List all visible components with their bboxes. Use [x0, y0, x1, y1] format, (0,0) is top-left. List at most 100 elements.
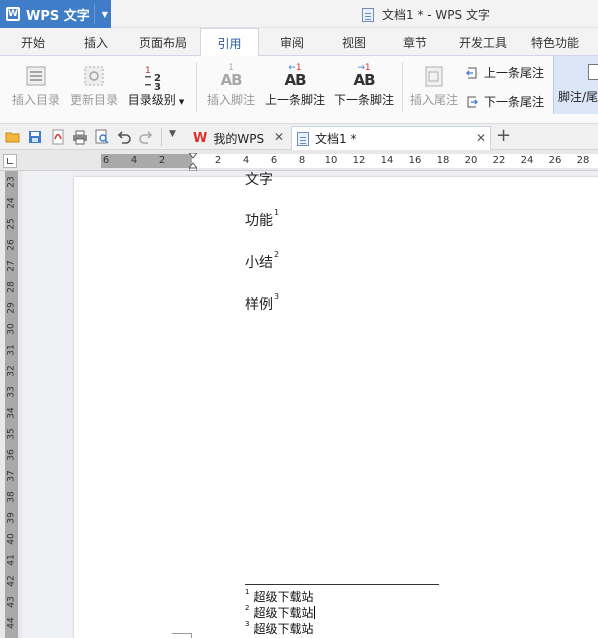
ruler-label: 33	[6, 386, 17, 398]
close-icon[interactable]: ✕	[274, 130, 284, 144]
document-page[interactable]: 文字 功能1 小结2 样例3 1 超级下载站 2 超级下载站 3 超级下载站	[74, 172, 598, 638]
footnote-reference[interactable]: 1	[274, 208, 279, 217]
tab-view[interactable]: 视图	[325, 28, 383, 56]
insert-endnote-label: 插入尾注	[409, 93, 458, 107]
footnote-reference[interactable]: 3	[274, 292, 279, 301]
insert-endnote-icon	[419, 64, 449, 88]
prev-footnote-icon: ←1 AB	[284, 63, 306, 89]
tab-my-wps[interactable]: W 我的WPS ✕	[188, 126, 290, 150]
insert-toc-icon	[21, 64, 51, 88]
tab-my-wps-label: 我的WPS	[213, 131, 265, 146]
chevron-down-icon[interactable]: ▼	[169, 129, 176, 139]
insert-toc-button[interactable]: 插入目录	[6, 56, 66, 116]
prev-footnote-button[interactable]: ←1 AB 上一条脚注	[262, 56, 328, 116]
text-cursor	[314, 606, 316, 619]
indent-marker-icon[interactable]	[189, 153, 197, 171]
tab-insert[interactable]: 插入	[66, 28, 126, 56]
prev-footnote-label: 上一条脚注	[264, 93, 325, 107]
redo-icon[interactable]	[138, 129, 154, 145]
ruler-label: 43	[6, 596, 17, 608]
app-name: WPS 文字	[26, 8, 90, 24]
quick-access-bar: ▼ W 我的WPS ✕ 文档1 * ✕ +	[0, 124, 598, 150]
export-pdf-icon[interactable]	[50, 129, 66, 145]
close-icon[interactable]: ✕	[476, 131, 486, 145]
insert-endnote-button[interactable]: 插入尾注	[405, 56, 463, 116]
chevron-down-icon[interactable]: ▼	[102, 10, 108, 19]
tab-page-layout[interactable]: 页面布局	[126, 28, 200, 56]
print-preview-icon[interactable]	[94, 129, 110, 145]
ruler-label: 26	[548, 155, 562, 166]
footnote-item[interactable]: 2 超级下载站	[245, 604, 316, 621]
prev-endnote-button[interactable]: 上一条尾注	[465, 64, 544, 81]
ruler-label: 28	[6, 281, 17, 293]
tab-review[interactable]: 审阅	[259, 28, 325, 56]
ruler-label: 22	[492, 155, 506, 166]
tab-features[interactable]: 特色功能	[519, 28, 591, 56]
ruler-label: 24	[520, 155, 534, 166]
tab-references[interactable]: 引用	[200, 28, 259, 57]
ruler-label: 35	[6, 428, 17, 440]
body-paragraph[interactable]: 样例3	[245, 292, 279, 314]
tab-developer[interactable]: 开发工具	[447, 28, 519, 56]
ruler-label: 20	[464, 155, 478, 166]
insert-footnote-label: 插入脚注	[206, 93, 255, 107]
next-endnote-label: 下一条尾注	[484, 95, 545, 109]
footnote-endnote-label: 脚注/尾	[558, 90, 598, 104]
body-paragraph[interactable]: 小结2	[245, 250, 279, 272]
ruler-label: 2	[158, 155, 166, 166]
body-paragraph[interactable]: 文字	[245, 171, 274, 189]
undo-icon[interactable]	[116, 129, 132, 145]
wps-logo-icon: W	[193, 130, 208, 146]
print-icon[interactable]	[72, 129, 88, 145]
footnote-item[interactable]: 3 超级下载站	[245, 620, 313, 637]
save-icon[interactable]	[27, 129, 43, 145]
toc-level-dropdown[interactable]: 123 目录级别 ▼	[124, 56, 188, 116]
ruler-label: 42	[6, 575, 17, 587]
divider	[94, 4, 95, 24]
document-canvas[interactable]: 文字 功能1 小结2 样例3 1 超级下载站 2 超级下载站 3 超级下载站	[22, 171, 598, 638]
ruler-label: 24	[6, 197, 17, 209]
tab-home[interactable]: 开始	[0, 28, 66, 56]
update-toc-icon	[79, 64, 109, 88]
insert-toc-label: 插入目录	[11, 93, 60, 107]
tab-document-label: 文档1 *	[315, 132, 357, 146]
wps-logo-icon: W	[6, 7, 20, 21]
next-endnote-button[interactable]: 下一条尾注	[465, 93, 544, 110]
footnote-reference[interactable]: 2	[274, 250, 279, 259]
footnote-item[interactable]: 1 超级下载站	[245, 588, 313, 605]
open-folder-icon[interactable]	[5, 129, 21, 145]
window-title: 文档1 * - WPS 文字	[362, 6, 490, 23]
ruler-label: 29	[6, 302, 17, 314]
new-tab-icon[interactable]: +	[496, 125, 511, 146]
ruler-label: 38	[6, 491, 17, 503]
tab-document[interactable]: 文档1 * ✕	[291, 126, 491, 150]
divider	[402, 62, 403, 112]
chevron-down-icon: ▼	[178, 98, 185, 106]
ruler-label: 30	[6, 323, 17, 335]
svg-text:3: 3	[154, 82, 161, 90]
ruler-label: 34	[6, 407, 17, 419]
ruler-label: 32	[6, 365, 17, 377]
prev-endnote-icon	[465, 66, 479, 80]
ribbon: 插入目录 更新目录 123 目录级别 ▼ 1 AB 插入脚注 ←1 AB 上一条脚…	[0, 56, 598, 124]
toc-level-icon: 123	[141, 64, 171, 93]
ruler-label: 26	[6, 239, 17, 251]
ruler-label: 39	[6, 512, 17, 524]
next-footnote-button[interactable]: →1 AB 下一条脚注	[330, 56, 398, 116]
ruler-label: 40	[6, 533, 17, 545]
footnote-endnote-button[interactable]: 脚注/尾	[553, 56, 598, 114]
tab-chapter[interactable]: 章节	[383, 28, 447, 56]
vertical-ruler: 23 24 25 26 27 28 29 30 31 32 33 34 35 3…	[5, 171, 18, 638]
tab-stop-selector-icon[interactable]	[3, 154, 17, 168]
title-bar: W WPS 文字 ▼ 文档1 * - WPS 文字	[0, 0, 598, 28]
horizontal-ruler: 6 4 2 2 4 6 8 10 12 14 16 18 20 22 24 26…	[0, 150, 598, 171]
ruler-label: 31	[6, 344, 17, 356]
body-paragraph[interactable]: 功能1	[245, 208, 279, 230]
footnote-separator	[245, 584, 439, 585]
insert-footnote-button[interactable]: 1 AB 插入脚注	[202, 56, 260, 116]
app-menu-button[interactable]: W WPS 文字 ▼	[0, 0, 111, 28]
update-toc-button[interactable]: 更新目录	[66, 56, 122, 116]
footnote-endnote-icon	[588, 64, 598, 80]
ruler-label: 25	[6, 218, 17, 230]
prev-endnote-label: 上一条尾注	[484, 66, 545, 80]
